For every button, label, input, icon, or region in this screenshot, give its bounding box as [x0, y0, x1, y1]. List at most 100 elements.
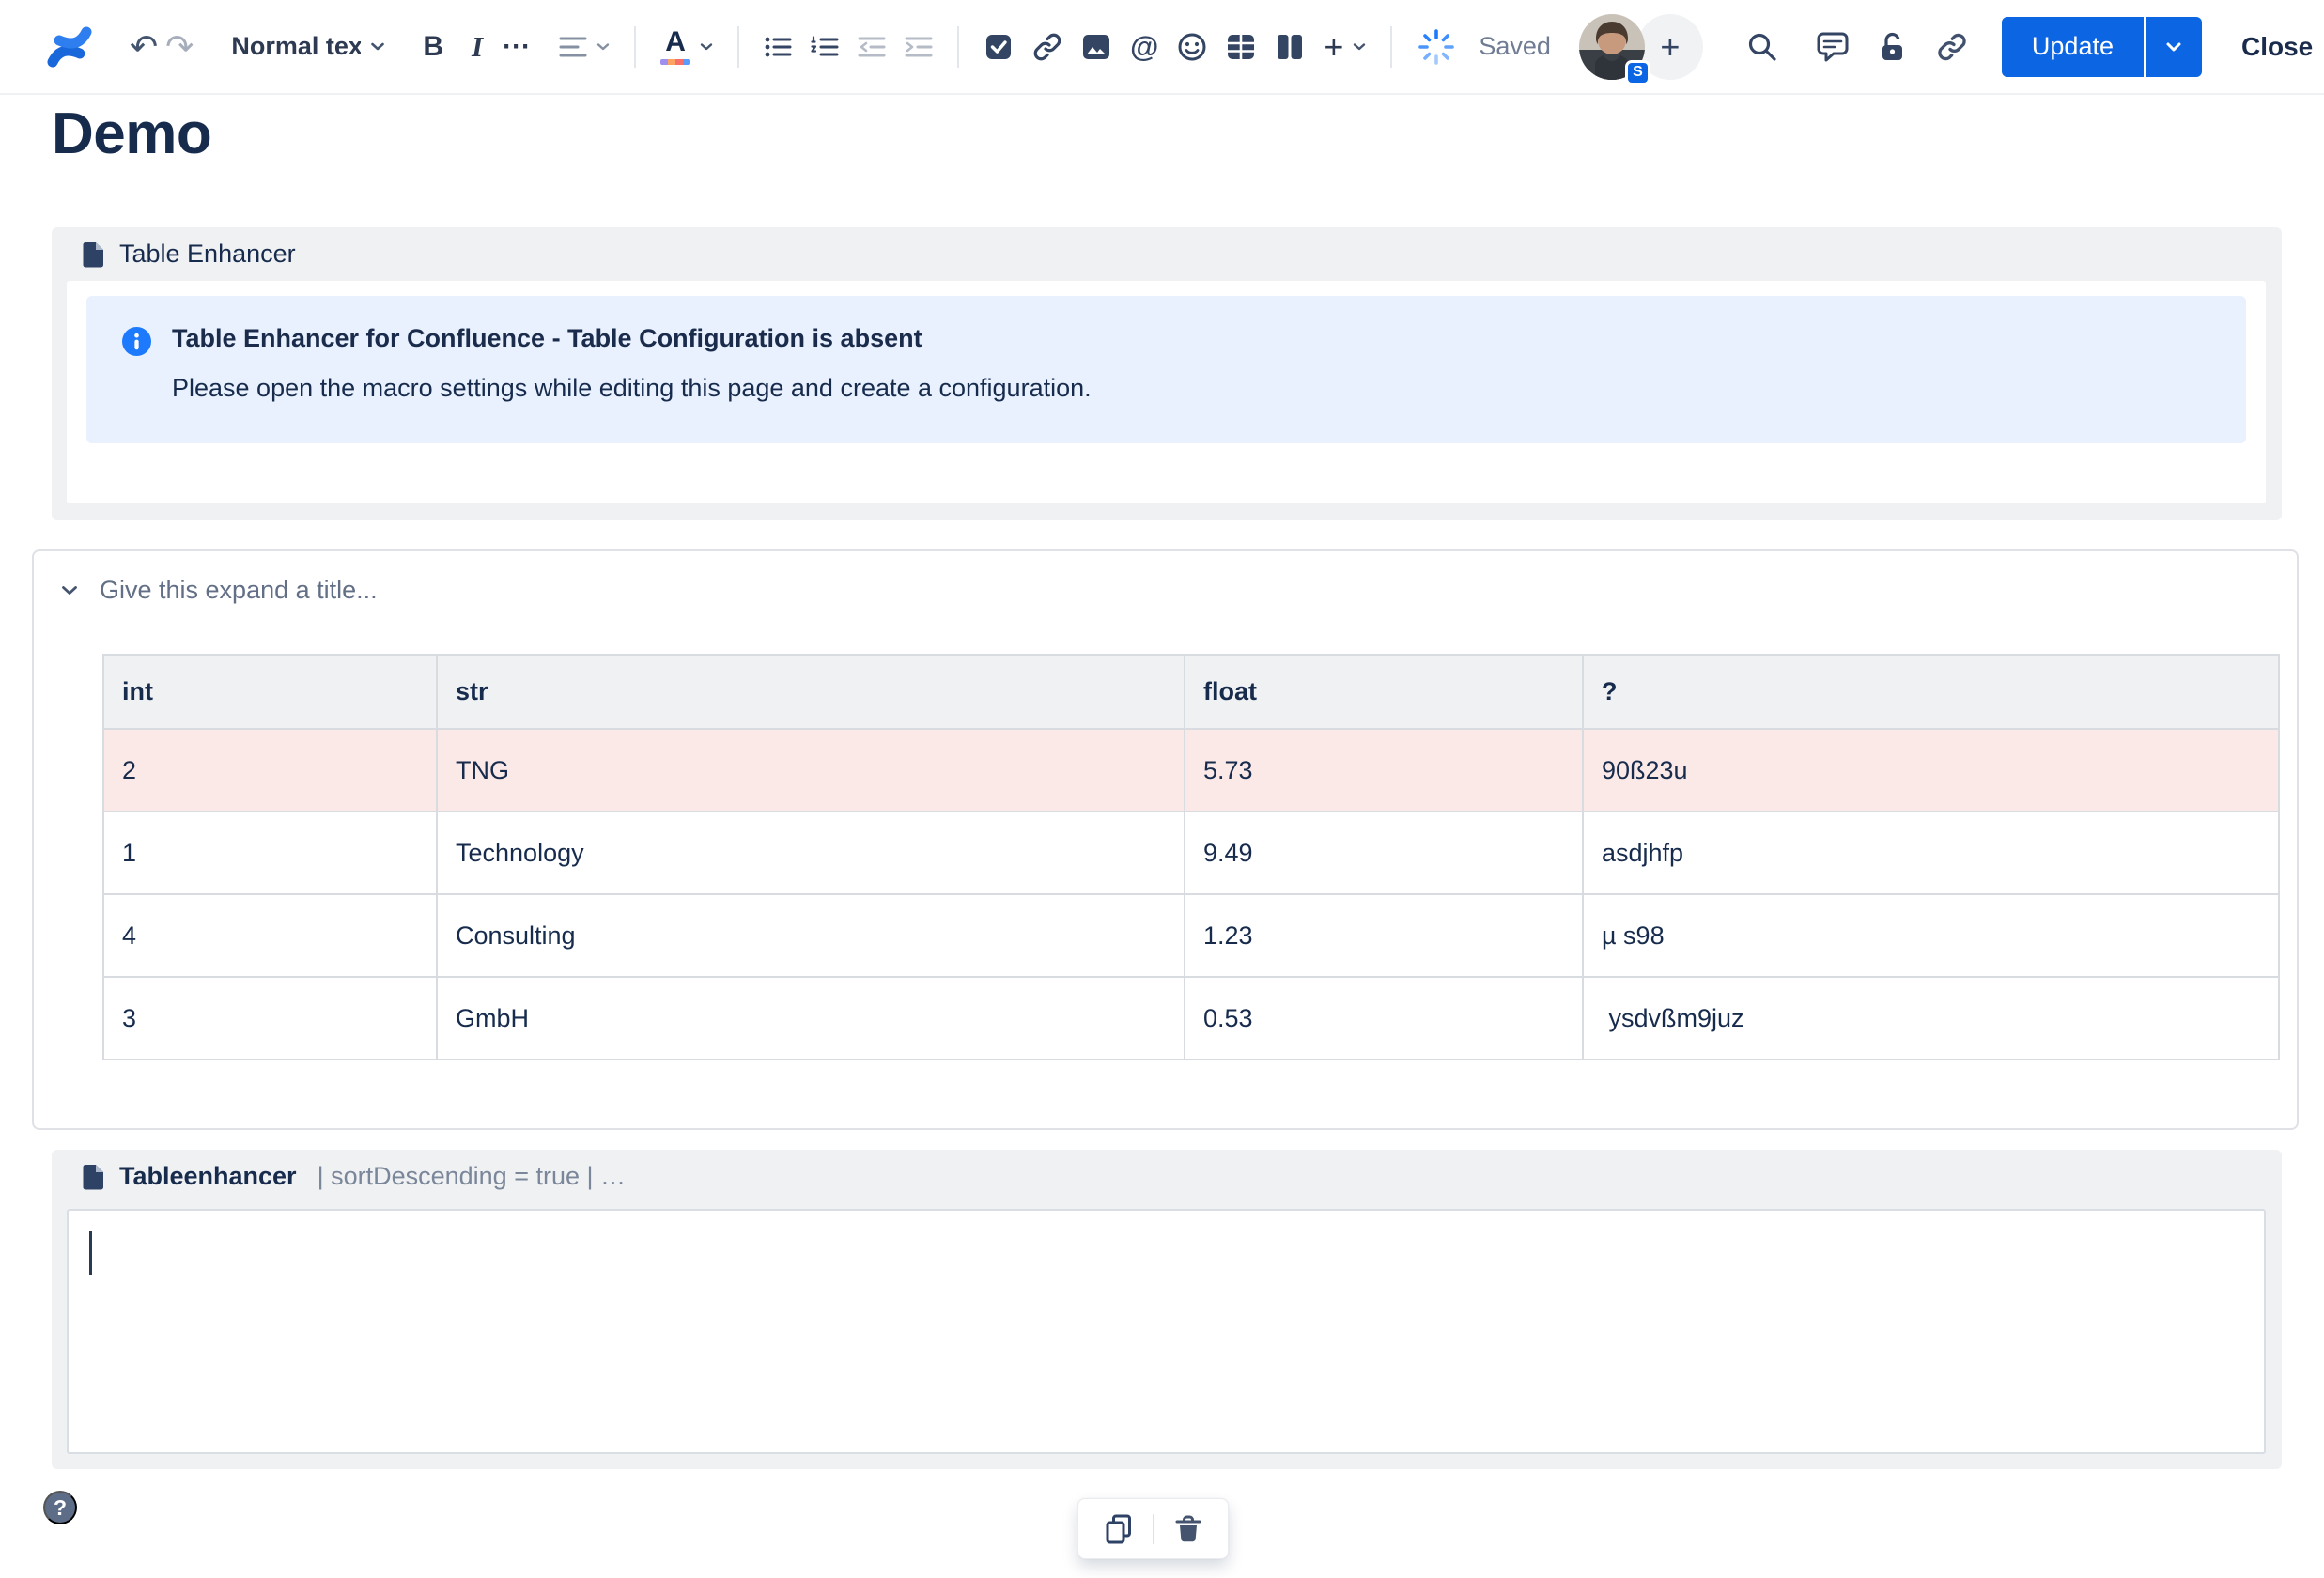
- text-caret: [89, 1231, 92, 1275]
- help-button[interactable]: ?: [43, 1491, 77, 1524]
- mention-icon: @: [1130, 29, 1159, 63]
- toolbar-divider: [957, 25, 960, 68]
- column-header[interactable]: float: [1184, 654, 1584, 730]
- indent-button[interactable]: [905, 34, 933, 60]
- column-header[interactable]: int: [102, 654, 438, 730]
- chevron-down-icon: [370, 41, 385, 52]
- table-cell[interactable]: asdjhfp: [1582, 811, 2280, 895]
- bullet-list-icon: [764, 34, 792, 60]
- data-table: int str float ? 2 TNG 5.73 90ß23u 1 Tech…: [102, 654, 2280, 1060]
- page-title[interactable]: Demo: [52, 101, 212, 167]
- search-icon: [1746, 31, 1778, 63]
- columns-icon: [1275, 33, 1305, 61]
- toolbar-divider: [634, 25, 637, 68]
- avatar[interactable]: S: [1578, 13, 1650, 85]
- table-cell[interactable]: 90ß23u: [1582, 728, 2280, 812]
- insert-image-button[interactable]: [1081, 33, 1111, 61]
- comment-icon: [1816, 31, 1850, 63]
- sync-spinner-icon: [1417, 27, 1456, 67]
- text-style-dropdown[interactable]: Normal text: [231, 32, 385, 61]
- layouts-button[interactable]: [1275, 33, 1305, 61]
- tableenhancer-macro[interactable]: Tableenhancer | sortDescending = true | …: [52, 1150, 2282, 1469]
- toolbar-divider: [1390, 25, 1393, 68]
- redo-button[interactable]: ↷: [158, 29, 194, 64]
- table-row[interactable]: 3 GmbH 0.53 ysdvßm9juz: [102, 976, 2280, 1060]
- table-row[interactable]: 4 Consulting 1.23 µ s98: [102, 893, 2280, 978]
- table-cell[interactable]: 1: [102, 811, 438, 895]
- alignment-dropdown[interactable]: [559, 35, 610, 59]
- share-link-icon: [1936, 31, 1968, 63]
- bullet-list-button[interactable]: [764, 34, 792, 60]
- editor-toolbar: ↶ ↷ Normal text B I ⋯ A @ + Saved S + Up…: [0, 0, 2324, 95]
- table-header-row: int str float ?: [102, 654, 2280, 730]
- text-color-icon: A: [660, 28, 691, 65]
- chevron-down-icon: [2165, 41, 2182, 53]
- table-cell[interactable]: Consulting: [436, 893, 1185, 978]
- table-cell[interactable]: 5.73: [1184, 728, 1584, 812]
- close-button[interactable]: Close: [2241, 32, 2313, 62]
- task-list-button[interactable]: [984, 32, 1014, 62]
- image-icon: [1081, 33, 1111, 61]
- undo-button[interactable]: ↶: [130, 26, 159, 66]
- table-cell[interactable]: Technology: [436, 811, 1185, 895]
- node-floating-toolbar: [1077, 1498, 1229, 1559]
- expand-chevron-icon[interactable]: [60, 584, 79, 597]
- more-formatting-button[interactable]: ⋯: [502, 30, 531, 63]
- outdent-button[interactable]: [858, 34, 886, 60]
- numbered-list-icon: [811, 34, 839, 60]
- macro-body-editor[interactable]: [67, 1209, 2266, 1454]
- table-cell[interactable]: 3: [102, 976, 438, 1060]
- checkbox-icon: [984, 32, 1014, 62]
- unlock-icon: [1878, 31, 1908, 63]
- plus-icon: +: [1660, 26, 1681, 66]
- insert-link-button[interactable]: [1032, 32, 1062, 62]
- table-cell[interactable]: ysdvßm9juz: [1582, 976, 2280, 1060]
- insert-more-button[interactable]: +: [1324, 29, 1366, 64]
- document-icon: [83, 1164, 104, 1190]
- table-cell[interactable]: TNG: [436, 728, 1185, 812]
- save-status: Saved: [1479, 32, 1551, 60]
- trash-icon: [1174, 1514, 1202, 1544]
- table-cell[interactable]: 1.23: [1184, 893, 1584, 978]
- question-icon: ?: [53, 1494, 68, 1520]
- expand-title-placeholder[interactable]: Give this expand a title...: [100, 576, 378, 605]
- table-row[interactable]: 1 Technology 9.49 asdjhfp: [102, 811, 2280, 895]
- italic-button[interactable]: I: [472, 30, 483, 64]
- table-cell[interactable]: 2: [102, 728, 438, 812]
- table-cell[interactable]: µ s98: [1582, 893, 2280, 978]
- undo-icon: ↶: [130, 26, 159, 66]
- info-icon: [122, 327, 151, 405]
- table-cell[interactable]: 9.49: [1184, 811, 1584, 895]
- search-button[interactable]: [1746, 31, 1778, 63]
- copy-link-button[interactable]: [1936, 31, 1968, 63]
- chevron-down-icon: [700, 42, 713, 52]
- column-header[interactable]: str: [436, 654, 1185, 730]
- info-body: Please open the macro settings while edi…: [172, 374, 1092, 403]
- table-cell[interactable]: 0.53: [1184, 976, 1584, 1060]
- copy-node-button[interactable]: [1098, 1508, 1139, 1550]
- text-color-dropdown[interactable]: A: [660, 28, 713, 65]
- mention-button[interactable]: @: [1130, 30, 1158, 64]
- numbered-list-button[interactable]: [811, 34, 839, 60]
- restrictions-button[interactable]: [1878, 31, 1908, 63]
- toolbar-divider: [1152, 1513, 1154, 1544]
- info-panel: Table Enhancer for Confluence - Table Co…: [86, 296, 2246, 443]
- copy-icon: [1104, 1513, 1134, 1545]
- table-row[interactable]: 2 TNG 5.73 90ß23u: [102, 728, 2280, 812]
- emoji-button[interactable]: [1177, 32, 1207, 62]
- update-button[interactable]: Update: [2001, 16, 2144, 77]
- table-cell[interactable]: GmbH: [436, 976, 1185, 1060]
- update-options-button[interactable]: [2144, 16, 2202, 77]
- insert-table-button[interactable]: [1226, 33, 1256, 61]
- table-icon: [1226, 33, 1256, 61]
- table-enhancer-macro[interactable]: Table Enhancer Table Enhancer for Conflu…: [52, 227, 2282, 520]
- expand-section: Give this expand a title... int str floa…: [32, 549, 2299, 1130]
- emoji-icon: [1177, 32, 1207, 62]
- comments-button[interactable]: [1816, 31, 1850, 63]
- macro-params: | sortDescending = true | …: [317, 1162, 627, 1190]
- editor-content: Demo Table Enhancer Table Enhancer for C…: [0, 95, 2324, 1578]
- column-header[interactable]: ?: [1582, 654, 2280, 730]
- table-cell[interactable]: 4: [102, 893, 438, 978]
- delete-node-button[interactable]: [1168, 1508, 1209, 1550]
- bold-button[interactable]: B: [423, 31, 443, 63]
